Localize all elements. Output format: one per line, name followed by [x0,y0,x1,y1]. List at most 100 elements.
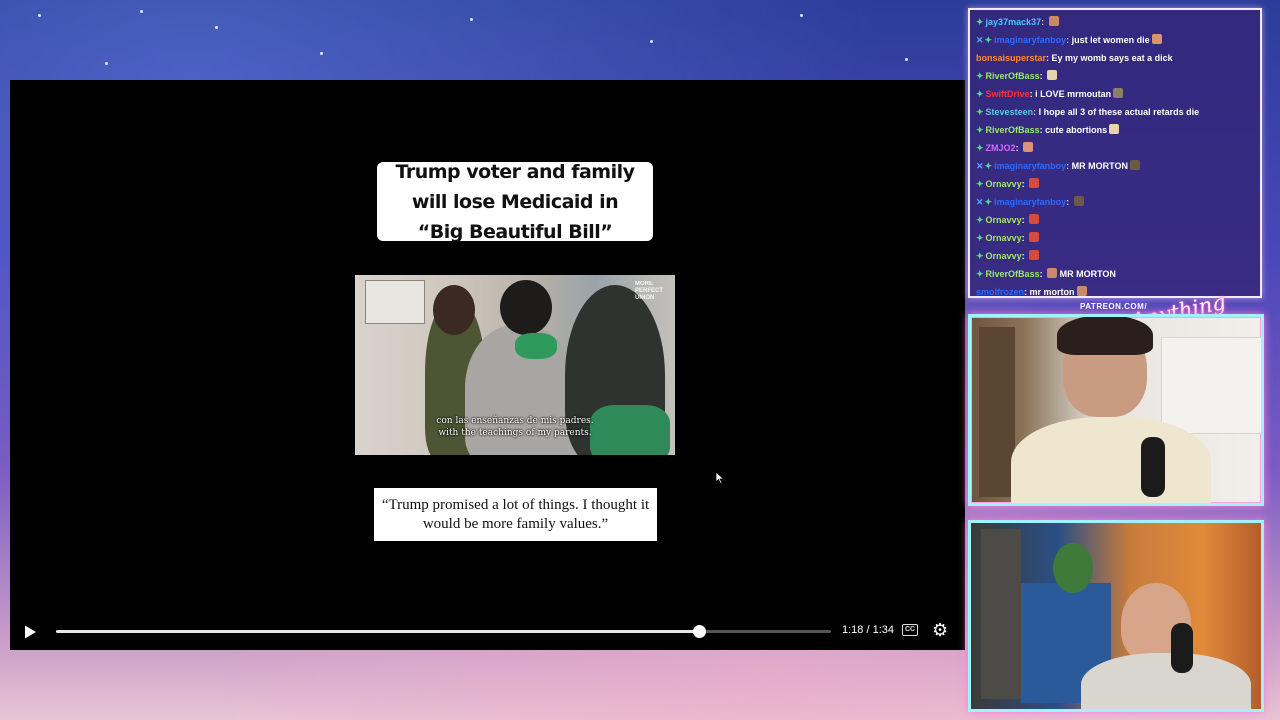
chat-message: ✦ Ornavvy: [976,211,1254,229]
verified-badge-icon: ✦ [976,233,984,243]
verified-badge-icon: ✦ [976,269,984,279]
chat-separator: : [1021,179,1028,189]
chat-separator: : [1041,17,1047,27]
video-player[interactable]: Trump voter and family will lose Medicai… [10,80,965,650]
chat-message: ✦ RiverOfBass: [976,67,1254,85]
time-display: 1:18 / 1:34 [842,624,894,636]
chat-username[interactable]: Ornavvy [986,179,1022,189]
chat-text: cute abortions [1045,125,1108,135]
gear-icon: ⚙ [932,620,949,640]
captions-icon: CC [904,626,916,633]
verified-badge-icon: ✦ [984,197,993,207]
verified-badge-icon: ✦ [984,161,993,171]
chat-username[interactable]: smolfrozen [976,287,1024,296]
video-subtitles: con las enseñanzas de mis padres. with t… [355,415,675,439]
player-controls: 1:18 / 1:34 CC ⚙ [10,618,965,646]
chat-emote-icon [1151,34,1162,44]
chat-emote-icon [1047,70,1058,80]
chat-username[interactable]: RiverOfBass [986,71,1040,81]
chat-separator: : [1039,71,1046,81]
chat-username[interactable]: SwiftDrive [986,89,1030,99]
chat-message: ✦ RiverOfBass: MR MORTON [976,265,1254,283]
chat-message: ✦ SwiftDrive: i LOVE mrmoutan [976,85,1254,103]
verified-badge-icon: ✦ [984,35,993,45]
mouse-cursor-icon [716,472,724,484]
chat-text: just let women die [1071,35,1150,45]
chat-username[interactable]: imaginaryfanboy [994,35,1066,45]
background-star [38,14,41,17]
chat-text: Ey my womb says eat a dick [1051,53,1173,63]
host-hair [1057,317,1153,355]
chat-separator: : [1039,269,1046,279]
host-hoodie [1011,417,1211,503]
seek-handle[interactable] [693,625,707,638]
chat-username[interactable]: RiverOfBass [986,125,1040,135]
chat-separator: : [1021,215,1028,225]
background-star [105,62,108,65]
play-button[interactable] [22,624,38,640]
chat-emote-icon [1048,16,1059,26]
background-star [215,26,218,29]
chat-username[interactable]: Ornavvy [986,251,1022,261]
chat-username[interactable]: ZMJO2 [986,143,1016,153]
guest-shirt [1081,653,1251,709]
chat-emote-icon [1076,286,1087,296]
verified-badge-icon: ✦ [976,107,984,117]
subtitle-english: with the teachings of my parents. [438,428,592,438]
chat-emote-icon [1109,124,1120,134]
chat-emote-icon [1113,88,1124,98]
chat-text: mr morton [1029,287,1075,297]
chat-emote-icon [1029,232,1040,242]
verified-badge-icon: ✦ [976,215,984,225]
background-star [470,18,473,21]
verified-badge-icon: ✦ [976,89,984,99]
chat-text: MR MORTON [1059,269,1116,279]
chat-separator: : [1066,197,1072,207]
subscriber-badge-icon: ✕ [976,161,984,171]
chat-emote-icon [1023,142,1034,152]
chat-username[interactable]: Ornavvy [986,233,1022,243]
chat-message: bonsaisuperstar: Ey my womb says eat a d… [976,49,1254,67]
chat-username[interactable]: imaginaryfanboy [994,161,1066,171]
chat-username[interactable]: RiverOfBass [986,269,1040,279]
chat-emote-icon [1029,214,1040,224]
chat-emote-icon [1029,178,1040,188]
chat-text: i LOVE mrmoutan [1035,89,1112,99]
chat-message: ✦ RiverOfBass: cute abortions [976,121,1254,139]
plant [1053,543,1093,593]
chat-emote-icon [1047,268,1058,278]
verified-badge-icon: ✦ [976,125,984,135]
chat-username[interactable]: jay37mack37 [986,17,1042,27]
verified-badge-icon: ✦ [976,17,984,27]
chat-message: ✦ ZMJO2: [976,139,1254,157]
seek-bar-progress [56,630,700,633]
video-quote-card: “Trump promised a lot of things. I thoug… [374,488,657,541]
chat-text: I hope all 3 of these actual retards die [1038,107,1200,117]
microphone [1141,437,1165,497]
chat-message: ✕✦ imaginaryfanboy: [976,193,1254,211]
chat-username[interactable]: Stevesteen [986,107,1034,117]
webcam-guest [968,520,1264,712]
captions-button[interactable]: CC [902,624,918,636]
verified-badge-icon: ✦ [976,71,984,81]
chat-username[interactable]: Ornavvy [986,215,1022,225]
chat-username[interactable]: imaginaryfanboy [994,197,1066,207]
seek-bar[interactable] [56,625,831,638]
chat-emote-icon [1129,160,1140,170]
chat-username[interactable]: bonsaisuperstar [976,53,1046,63]
bottle-shelf [981,529,1021,699]
chat-panel: ✦ jay37mack37: ✕✦ imaginaryfanboy: just le… [968,8,1262,298]
person-head [433,285,475,335]
chat-separator: : [1021,251,1028,261]
webcam-host [968,314,1264,506]
settings-button[interactable]: ⚙ [932,620,948,640]
dresser [1161,337,1261,434]
chat-message: ✦ Ornavvy: [976,175,1254,193]
background-star [140,10,143,13]
background-star [800,14,803,17]
chat-message-list: ✦ jay37mack37: ✕✦ imaginaryfanboy: just le… [976,13,1254,297]
verified-badge-icon: ✦ [976,143,984,153]
green-scarf [515,333,557,359]
shelf [979,327,1015,497]
person-head [500,280,552,335]
